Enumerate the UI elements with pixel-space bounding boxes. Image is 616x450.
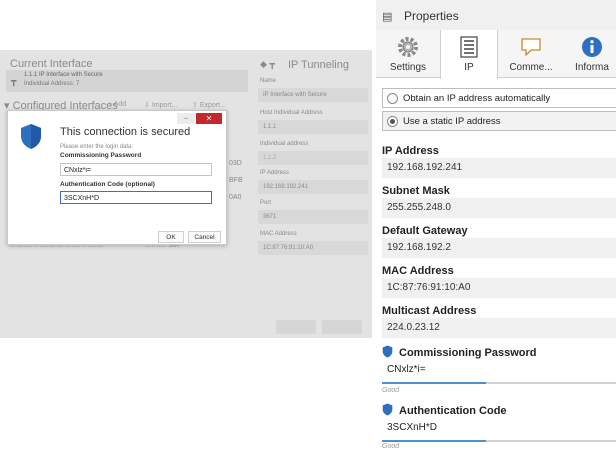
field-label: IP Address bbox=[260, 170, 289, 176]
add-button[interactable]: + Add bbox=[108, 101, 126, 108]
auth-strength-track bbox=[486, 440, 616, 442]
secure-connection-dialog: – ✕ This connection is secured Please en… bbox=[7, 110, 227, 245]
minimize-icon: – bbox=[184, 115, 188, 122]
close-icon: ✕ bbox=[205, 114, 213, 123]
field-label: Port bbox=[260, 200, 272, 206]
authentication-code-label: Authentication Code bbox=[382, 403, 507, 417]
auth-code-input[interactable] bbox=[60, 191, 212, 204]
tab-comments[interactable]: Comme... bbox=[500, 30, 562, 78]
password-strength-bar bbox=[382, 382, 486, 384]
multicast-address-label: Multicast Address bbox=[382, 305, 477, 317]
current-interface-heading: Current Interface bbox=[10, 58, 93, 70]
password-label: Commissioning Password bbox=[60, 152, 142, 159]
dialog-hint: Please enter the login data: bbox=[60, 144, 134, 150]
subnet-mask-field[interactable]: 255.255.248.0 bbox=[382, 198, 616, 218]
auth-strength-label: Good bbox=[382, 443, 400, 450]
mac-address-field[interactable]: 1C:87:76:91:10:A0 bbox=[382, 278, 616, 298]
properties-icon: ▤ bbox=[382, 11, 393, 23]
authentication-code-input[interactable]: 3SCXnH*D bbox=[382, 418, 616, 438]
default-gateway-label: Default Gateway bbox=[382, 225, 468, 237]
tab-information[interactable]: Informa bbox=[562, 30, 616, 78]
current-interface-name: 1.1.1 IP Interface with Secure bbox=[24, 72, 103, 78]
field-label: Individual address bbox=[260, 141, 309, 147]
password-strength-track bbox=[486, 382, 616, 384]
comment-icon bbox=[521, 38, 541, 57]
export-icon: ⇧ bbox=[192, 102, 198, 109]
select-button bbox=[322, 320, 362, 334]
ip-tunneling-heading: IP Tunneling bbox=[288, 59, 349, 71]
ip-address-field[interactable]: 192.168.192.241 bbox=[382, 158, 616, 178]
ip-address-label: IP Address bbox=[382, 145, 439, 157]
port-field[interactable]: 3671 bbox=[258, 210, 368, 224]
list-item-code: BFB bbox=[229, 177, 243, 184]
import-button[interactable]: ⇩ Import... bbox=[144, 101, 178, 109]
individual-address-field: 1.1.2 bbox=[258, 151, 368, 165]
tunneling-icons: ◆ ┳ bbox=[260, 59, 275, 70]
radio-circle[interactable] bbox=[387, 93, 398, 104]
password-input[interactable] bbox=[60, 163, 212, 176]
shield-icon bbox=[21, 124, 41, 149]
commissioning-password-label: Commissioning Password bbox=[382, 345, 537, 359]
shield-icon bbox=[382, 345, 393, 358]
tab-ip[interactable]: IP bbox=[440, 30, 498, 79]
shield-icon: ◆ bbox=[260, 59, 267, 69]
close-button[interactable]: ✕ bbox=[196, 113, 222, 124]
subnet-mask-label: Subnet Mask bbox=[382, 185, 450, 197]
properties-tabs: Settings IP Comme... Informa bbox=[376, 30, 616, 79]
field-label: MAC Address bbox=[260, 231, 297, 237]
minimize-button[interactable]: – bbox=[177, 113, 195, 124]
radio-circle[interactable] bbox=[387, 116, 398, 127]
list-item-code: 03D bbox=[229, 160, 242, 167]
export-button[interactable]: ⇧ Export... bbox=[192, 101, 226, 109]
network-icon: ┳ bbox=[11, 76, 17, 86]
plus-icon: + bbox=[108, 101, 113, 108]
gear-icon bbox=[398, 37, 418, 57]
shield-icon bbox=[382, 403, 393, 416]
multicast-address-field[interactable]: 224.0.23.12 bbox=[382, 318, 616, 338]
properties-titlebar: ▤ Properties bbox=[376, 0, 616, 30]
import-icon: ⇩ bbox=[144, 102, 150, 109]
list-item-code: 0A0 bbox=[229, 194, 242, 201]
properties-panel: ▤ Properties Settings IP Comme... Inform… bbox=[376, 0, 616, 450]
radio-use-static[interactable]: Use a static IP address bbox=[382, 111, 616, 131]
properties-title: Properties bbox=[404, 9, 459, 23]
current-interface-box[interactable]: ┳ 1.1.1 IP Interface with Secure Individ… bbox=[6, 70, 248, 92]
password-strength-label: Good bbox=[382, 387, 400, 394]
field-label: Host Individual Address bbox=[260, 110, 323, 116]
host-address-field[interactable]: 1.1.1 bbox=[258, 120, 368, 134]
current-interface-address: Individual Address: 7 bbox=[24, 81, 80, 87]
info-icon bbox=[582, 37, 602, 57]
default-gateway-field[interactable]: 192.168.192.2 bbox=[382, 238, 616, 258]
mac-address-label: MAC Address bbox=[382, 265, 454, 277]
radio-obtain-automatically[interactable]: Obtain an IP address automatically bbox=[382, 88, 616, 108]
test-button bbox=[276, 320, 316, 334]
auth-code-label: Authentication Code (optional) bbox=[60, 181, 155, 188]
dialog-title: This connection is secured bbox=[60, 126, 191, 138]
commissioning-password-input[interactable]: CNxlz*i= bbox=[382, 360, 616, 380]
auth-strength-bar bbox=[382, 440, 486, 442]
ip-address-field[interactable]: 192.168.192.241 bbox=[258, 180, 368, 194]
name-field[interactable]: IP Interface with Secure bbox=[258, 88, 368, 102]
field-label: Name bbox=[260, 78, 277, 84]
document-list-icon bbox=[460, 36, 478, 58]
tab-settings[interactable]: Settings bbox=[376, 30, 440, 78]
network-icon: ┳ bbox=[269, 59, 275, 69]
ok-button[interactable]: OK bbox=[158, 231, 184, 243]
cancel-button[interactable]: Cancel bbox=[188, 231, 221, 243]
mac-address-field[interactable]: 1C:87:76:91:10:A0 bbox=[258, 241, 368, 255]
